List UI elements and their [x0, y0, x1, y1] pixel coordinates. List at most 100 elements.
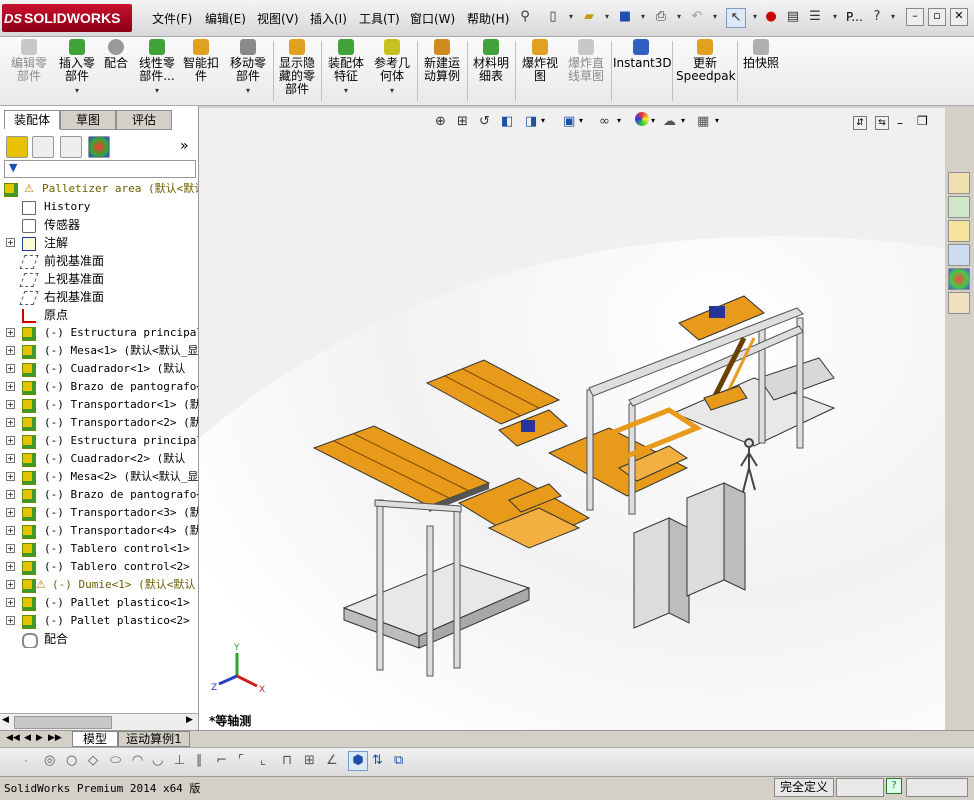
tree-item[interactable]: + (-) Transportador<3> (默认 [0, 504, 198, 522]
tree-item[interactable]: + (-) Mesa<2> (默认<默认_显 [0, 468, 198, 486]
help-status-icon[interactable]: ? [886, 778, 902, 794]
menu-window[interactable]: 窗口(W) [410, 10, 455, 27]
polygon-icon[interactable]: ◇ [88, 753, 98, 768]
new-dropdown-icon[interactable]: ▾ [562, 8, 580, 26]
view-settings-icon[interactable]: ▦ [697, 114, 709, 129]
expand-toggle-icon[interactable]: + [6, 454, 15, 463]
tree-item[interactable]: 配合 [0, 630, 198, 648]
expand-toggle-icon[interactable]: + [6, 544, 15, 553]
tree-item[interactable]: 前视基准面 [0, 252, 198, 270]
tree-item[interactable]: + (-) Mesa<1> (默认<默认_显 [0, 342, 198, 360]
linear-pattern-dropdown-icon[interactable]: ▾ [136, 84, 178, 97]
expand-toggle-icon[interactable]: + [6, 364, 15, 373]
tab-first-icon[interactable]: ◀◀ [6, 733, 20, 743]
snapshot-button[interactable]: 拍快照 [740, 39, 782, 70]
expand-toggle-icon[interactable]: + [6, 238, 15, 247]
grid-icon[interactable]: ⊞ [304, 753, 315, 768]
tab-sketch[interactable]: 草图 [60, 110, 116, 130]
property-manager-tab-icon[interactable] [32, 136, 54, 158]
scroll-right-icon[interactable]: ▶ [186, 715, 193, 725]
zoom-to-area-icon[interactable]: ⊞ [457, 114, 468, 129]
open-dropdown-icon[interactable]: ▾ [598, 8, 616, 26]
help-dropdown-icon[interactable]: ▾ [884, 8, 902, 26]
display-style-icon[interactable]: ▣ [563, 114, 575, 129]
appearances-icon[interactable] [948, 268, 970, 290]
menu-view[interactable]: 视图(V) [257, 10, 299, 27]
horizontal-vertical-icon[interactable]: ⌐ [216, 753, 227, 768]
explode-line-sketch-button[interactable]: 爆炸直 线草图 [564, 39, 608, 83]
expand-toggle-icon[interactable]: + [6, 472, 15, 481]
reference-geometry-button[interactable]: 参考几 何体 ▾ [370, 39, 414, 97]
file-properties-icon[interactable]: ▤ [784, 8, 802, 26]
expand-toggle-icon[interactable]: + [6, 418, 15, 427]
tree-item[interactable]: History [0, 198, 198, 216]
maximize-icon[interactable]: ▫ [928, 8, 946, 26]
view-settings-dropdown-icon[interactable]: ▾ [715, 116, 719, 125]
tangent-icon[interactable]: ◠ [132, 753, 143, 768]
close-icon[interactable]: ✕ [950, 8, 968, 26]
pin-icon[interactable]: ⚲ [516, 8, 534, 26]
tree-item[interactable]: + (-) Tablero control<2> (默 [0, 558, 198, 576]
save-icon[interactable]: ■ [616, 8, 634, 26]
tab-prev-icon[interactable]: ◀ [24, 733, 31, 743]
insert-component-button[interactable]: 插入零 部件 ▾ [56, 39, 98, 97]
linear-pattern-button[interactable]: 线性零 部件... ▾ [136, 39, 178, 97]
open-icon[interactable]: ▰ [580, 8, 598, 26]
expand-toggle-icon[interactable]: + [6, 526, 15, 535]
tree-item[interactable]: + (-) Estructura principal< [0, 324, 198, 342]
solidworks-logo[interactable]: DS SOLIDWORKS [2, 4, 132, 32]
custom-properties-icon[interactable] [948, 292, 970, 314]
sketch-magnet-icon[interactable]: ⧉ [394, 753, 403, 768]
menu-tools[interactable]: 工具(T) [359, 10, 400, 27]
tree-filter-input[interactable]: ▼ [4, 160, 196, 178]
assembly-features-dropdown-icon[interactable]: ▾ [324, 84, 368, 97]
tree-item[interactable]: + (-) Cuadrador<2> (默认 [0, 450, 198, 468]
tree-item[interactable]: + 注解 [0, 234, 198, 252]
tree-item[interactable]: + (-) Transportador<1> (默认 [0, 396, 198, 414]
expand-toggle-icon[interactable]: + [6, 436, 15, 445]
rapid-snaps-icon[interactable]: ⇅ [372, 753, 383, 768]
angle-icon[interactable]: ∠ [326, 753, 338, 768]
tab-last-icon[interactable]: ▶▶ [48, 733, 62, 743]
file-explorer-icon[interactable] [948, 220, 970, 242]
view-orientation-dropdown-icon[interactable]: ▾ [541, 116, 545, 125]
print-icon[interactable]: ⎙ [652, 8, 670, 26]
expand-toggle-icon[interactable]: + [6, 508, 15, 517]
exploded-view-button[interactable]: 爆炸视 图 [518, 39, 562, 83]
minimize-icon[interactable]: – [906, 8, 924, 26]
tree-item[interactable]: + (-) Estructura principal< [0, 432, 198, 450]
view-cycle-icon[interactable]: ⇆ [875, 116, 889, 130]
show-hidden-button[interactable]: 显示隐 藏的零 部件 [276, 39, 318, 96]
expand-toggle-icon[interactable]: + [6, 400, 15, 409]
bom-button[interactable]: 材料明 细表 [470, 39, 512, 83]
tree-item[interactable]: + (-) Pallet plastico<2> (默 [0, 612, 198, 630]
tree-item[interactable]: + (-) Transportador<2> (默认 [0, 414, 198, 432]
options-dropdown-icon[interactable]: ▾ [826, 8, 844, 26]
zoom-to-fit-icon[interactable]: ⊕ [435, 114, 446, 129]
menu-help[interactable]: 帮助(H) [467, 10, 509, 27]
tree-item[interactable]: 右视基准面 [0, 288, 198, 306]
intersection-icon[interactable]: ⊓ [282, 753, 292, 768]
print-dropdown-icon[interactable]: ▾ [670, 8, 688, 26]
hide-show-dropdown-icon[interactable]: ▾ [617, 116, 621, 125]
solidworks-resources-icon[interactable] [948, 172, 970, 194]
move-component-button[interactable]: 移动零 部件 ▾ [226, 39, 270, 97]
tab-evaluate[interactable]: 评估 [116, 110, 172, 130]
select-icon[interactable]: ↖ [726, 8, 746, 28]
update-speedpak-button[interactable]: 更新 Speedpak [676, 39, 736, 83]
tab-model[interactable]: 模型 [72, 731, 118, 747]
doc-minimize-icon[interactable]: – [897, 116, 903, 130]
edit-appearance-dropdown-icon[interactable]: ▾ [651, 116, 655, 125]
apply-scene-icon[interactable]: ☁ [663, 114, 676, 129]
edit-component-button[interactable]: 编辑零 部件 [6, 39, 52, 83]
save-dropdown-icon[interactable]: ▾ [634, 8, 652, 26]
apply-scene-dropdown-icon[interactable]: ▾ [681, 116, 685, 125]
expand-toggle-icon[interactable]: + [6, 598, 15, 607]
undo-icon[interactable]: ↶ [688, 8, 706, 26]
scroll-thumb[interactable] [14, 716, 112, 729]
split-view-icon[interactable]: ⇵ [853, 116, 867, 130]
smart-fasteners-button[interactable]: 智能扣 件 [180, 39, 222, 83]
tab-assembly[interactable]: 装配体 [4, 110, 60, 129]
previous-view-icon[interactable]: ↺ [479, 114, 490, 129]
doc-restore-icon[interactable]: ❐ [917, 114, 928, 128]
